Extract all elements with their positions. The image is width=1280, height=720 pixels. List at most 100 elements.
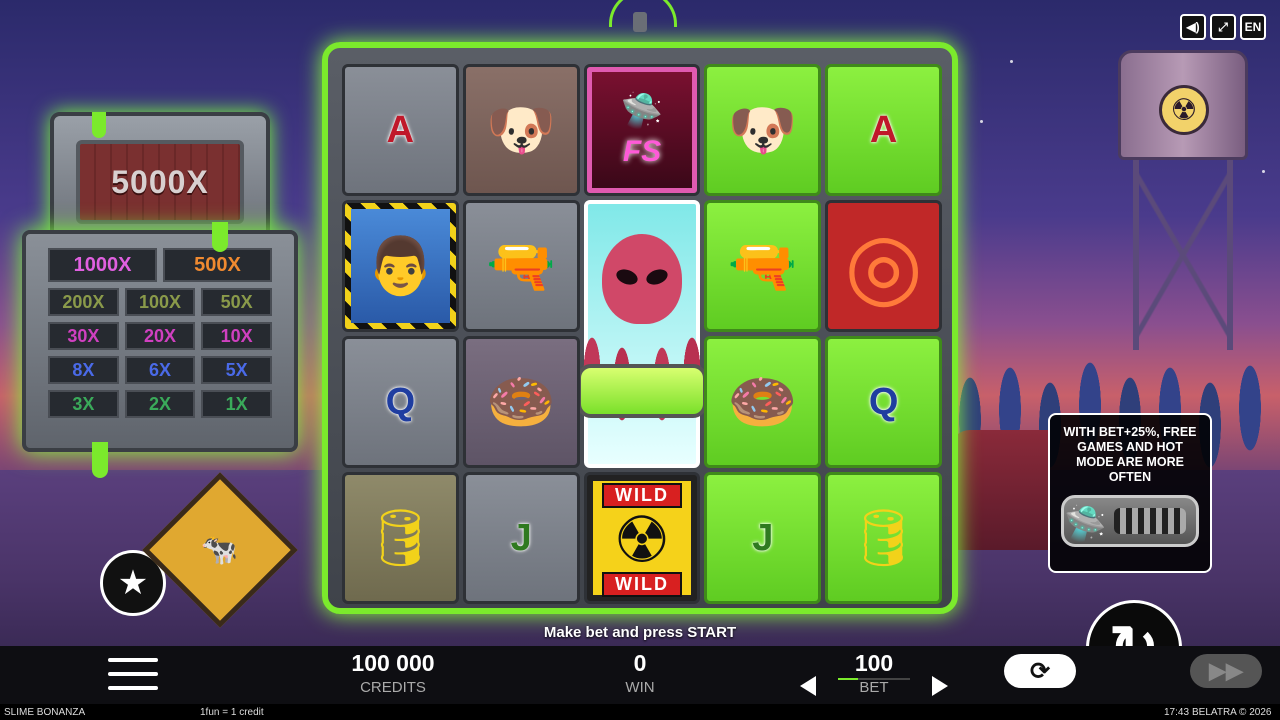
reel-symbol-j: J [704, 472, 822, 604]
slime-drip [212, 222, 228, 252]
reel-symbol-pug: 🐶 [704, 64, 822, 196]
fs-label: FS [622, 135, 662, 168]
reel-symbol-miner: 👨 [342, 200, 459, 332]
jackpot-value: 5000X [76, 140, 244, 224]
language-button[interactable]: EN [1240, 14, 1266, 40]
multiplier-cell: 10X [201, 322, 273, 350]
reel-symbol-a: A [342, 64, 459, 196]
reel-symbol-shutter: ◎ [825, 200, 942, 332]
sky-star [980, 120, 983, 123]
multiplier-panel: 1000X 500X 200X 100X 50X 30X 20X 10X 8X … [22, 230, 298, 452]
brand-copyright: BELATRA © 2026 [1192, 707, 1272, 718]
bet-boost-text: WITH BET+25%, FREE GAMES AND HOT MODE AR… [1063, 425, 1197, 484]
multiplier-cell: 30X [48, 322, 119, 350]
reel-symbol-free-spins: 🛸 FS [583, 64, 701, 196]
star-icon: ★ [117, 564, 149, 602]
reel-symbol-pug: 🐶 [462, 64, 580, 196]
multiplier-cell: 50X [201, 288, 273, 316]
reel-symbol-alien [561, 200, 722, 468]
miner-icon: 👨 [365, 234, 436, 297]
sky-star [1010, 60, 1013, 63]
menu-button[interactable] [108, 658, 158, 690]
donut-icon: 🍩 [486, 370, 557, 433]
sky-star [1262, 170, 1265, 173]
multiplier-500x: 500X [163, 248, 272, 282]
credits-value: 100 000 [351, 650, 435, 676]
multiplier-cell: 8X [48, 356, 119, 384]
pug-icon: 🐶 [727, 98, 798, 161]
bet-boost-toggle[interactable]: 🛸 [1061, 495, 1199, 547]
reel-symbol-donut: 🍩 [704, 336, 822, 468]
bottom-bar: 100 000 CREDITS 0 WIN 100 BET ⟳ ▶▶ [0, 646, 1280, 704]
multiplier-cell: 5X [201, 356, 273, 384]
reel-symbol-a: A [825, 64, 942, 196]
bet-label: BET [859, 679, 889, 696]
paytable: 5000X 1000X 500X 200X 100X 50X 30X 20X 1… [22, 112, 298, 478]
bet-boost-panel: WITH BET+25%, FREE GAMES AND HOT MODE AR… [1048, 413, 1212, 573]
multiplier-cell: 3X [48, 390, 119, 418]
win-label: WIN [625, 679, 655, 696]
credits-display: 100 000 CREDITS [330, 650, 456, 696]
donut-icon: 🍩 [727, 370, 798, 433]
slime-drip [92, 442, 108, 478]
barrel-icon: 🛢 [364, 506, 436, 569]
cow-icon: 🐄 [201, 533, 239, 567]
wild-bottom-label: WILD [602, 572, 682, 597]
slime-drip [92, 112, 106, 138]
multiplier-cell: 100X [124, 288, 196, 316]
pug-icon: 🐶 [486, 98, 557, 161]
multiplier-cell: 20X [124, 322, 196, 350]
clock: 17:43 [1164, 707, 1190, 718]
footer-bar: SLIME BONANZA 1fun = 1 credit 17:43 BELA… [0, 704, 1280, 720]
reel-symbol-wild: WILD ☢ WILD [583, 472, 701, 604]
reel-symbol-raygun: 🔫 [462, 200, 580, 332]
multiplier-cell: 6X [124, 356, 196, 384]
fullscreen-icon[interactable]: ⤢ [1210, 14, 1236, 40]
reel-symbol-donut: 🍩 [462, 336, 580, 468]
speaker-icon[interactable]: ◀) [1180, 14, 1206, 40]
credits-label: CREDITS [360, 679, 426, 696]
canister-icon [576, 364, 707, 418]
top-controls: ◀) ⤢ EN [1180, 14, 1266, 40]
water-tower: ☢ [1118, 30, 1248, 350]
turbo-button[interactable]: ▶▶ [1190, 654, 1262, 688]
toggle-stripes [1114, 508, 1186, 534]
reel-symbol-q: Q [342, 336, 459, 468]
credit-note: 1fun = 1 credit [200, 707, 264, 718]
radiation-icon: ☢ [1159, 85, 1209, 135]
menu-line [108, 686, 158, 690]
win-value: 0 [633, 650, 647, 676]
red-truck [950, 430, 1050, 550]
alien-icon [601, 234, 682, 324]
fast-forward-icon: ▶▶ [1209, 658, 1243, 683]
bet-value: 100 [854, 650, 894, 676]
reel-symbol-barrel: 🛢 [342, 472, 459, 604]
radiation-icon: ☢ [613, 504, 671, 576]
jackpot-panel: 5000X [50, 112, 270, 242]
reel-symbol-q: Q [825, 336, 942, 468]
antenna-icon [609, 0, 677, 32]
barrel-icon: 🛢 [848, 506, 920, 569]
multiplier-cell: 1X [201, 390, 273, 418]
raygun-icon: 🔫 [486, 234, 557, 297]
win-display: 0 WIN [600, 650, 680, 696]
reel-symbol-barrel: 🛢 [825, 472, 942, 604]
reel-symbol-raygun: 🔫 [704, 200, 822, 332]
raygun-icon: 🔫 [727, 234, 798, 297]
shutter-icon: ◎ [844, 216, 923, 316]
menu-line [108, 672, 158, 676]
multiplier-cell: 200X [48, 288, 119, 316]
bet-increase-button[interactable] [932, 676, 948, 696]
bet-decrease-button[interactable] [800, 676, 816, 696]
reel-symbol-j: J [462, 472, 580, 604]
bet-display: 100 BET [834, 650, 914, 696]
multiplier-cell: 2X [124, 390, 196, 418]
reels-frame: A 🐶 🛸 FS 🐶 A 👨 🔫 🔫 ◎ Q 🍩 🍩 Q 🛢 J WILD ☢ … [322, 0, 958, 614]
autoplay-button[interactable]: ⟳ [1004, 654, 1076, 688]
autoplay-icon: ⟳ [1029, 657, 1051, 685]
ufo-icon: 🛸 [620, 92, 664, 130]
ufo-icon: 🛸 [1064, 505, 1107, 543]
status-message: Make bet and press START [543, 624, 737, 641]
multiplier-1000x: 1000X [48, 248, 157, 282]
menu-line [108, 658, 158, 662]
